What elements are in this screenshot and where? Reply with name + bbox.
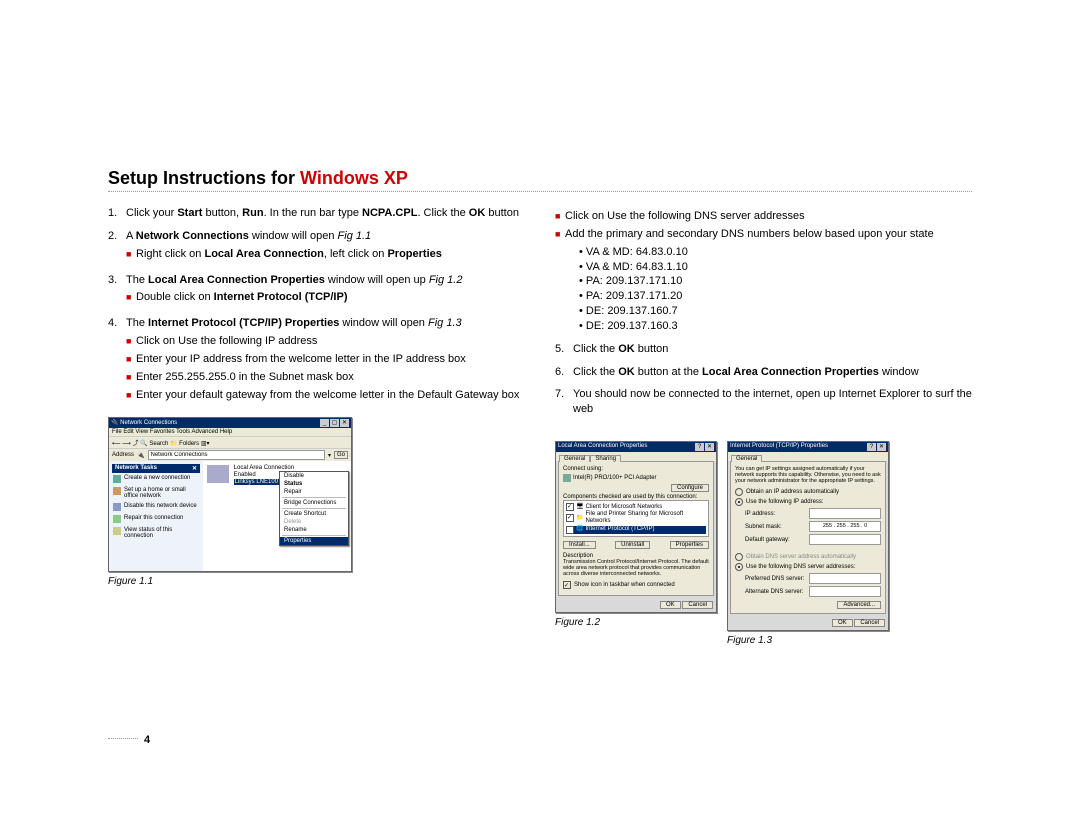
cancel-button[interactable]: Cancel <box>854 619 885 627</box>
lac-icon[interactable] <box>207 465 229 483</box>
ctx-bridge[interactable]: Bridge Connections <box>280 499 348 507</box>
ctx-delete: Delete <box>280 518 348 526</box>
step-3: 3. The Local Area Connection Properties … <box>108 273 525 309</box>
figure-1-2: Local Area Connection Properties ?✕ Gene… <box>555 441 717 613</box>
step-1: 1. Click your Start button, Run. In the … <box>108 206 525 221</box>
ctx-shortcut[interactable]: Create Shortcut <box>280 510 348 518</box>
step-2: 2. A Network Connections window will ope… <box>108 229 525 265</box>
ctx-properties[interactable]: Properties <box>280 537 348 545</box>
address-input[interactable] <box>148 450 325 460</box>
title-prefix: Setup Instructions for <box>108 168 300 188</box>
left-column: 1. Click your Start button, Run. In the … <box>108 206 525 646</box>
step-4: 4. The Internet Protocol (TCP/IP) Proper… <box>108 316 525 405</box>
step-5: 5.Click the OK button <box>555 342 972 357</box>
cancel-button[interactable]: Cancel <box>682 601 713 609</box>
properties-button[interactable]: Properties <box>670 541 709 549</box>
ok-button[interactable]: OK <box>660 601 681 609</box>
step-7: 7.You should now be connected to the int… <box>555 387 972 417</box>
figure-1-2-caption: Figure 1.2 <box>555 617 717 628</box>
go-button[interactable]: Go <box>334 451 348 459</box>
advanced-button[interactable]: Advanced... <box>837 601 881 609</box>
install-button[interactable]: Install... <box>563 541 596 549</box>
footer-dotline <box>108 738 138 739</box>
uninstall-button[interactable]: Uninstall <box>615 541 650 549</box>
figure-1-3-caption: Figure 1.3 <box>727 635 889 646</box>
figure-1-1-caption: Figure 1.1 <box>108 576 153 587</box>
configure-button[interactable]: Configure <box>671 484 709 492</box>
title-divider <box>108 191 972 192</box>
figure-1-3: Internet Protocol (TCP/IP) Properties ?✕… <box>727 441 889 631</box>
ctx-status[interactable]: Status <box>280 480 348 488</box>
title-suffix: Windows XP <box>300 168 408 188</box>
ctx-disable[interactable]: Disable <box>280 472 348 480</box>
ctx-repair[interactable]: Repair <box>280 488 348 496</box>
page-title: Setup Instructions for Windows XP <box>108 168 972 189</box>
step-6: 6.Click the OK button at the Local Area … <box>555 365 972 380</box>
context-menu: Disable Status Repair Bridge Connections… <box>279 471 349 546</box>
ctx-rename[interactable]: Rename <box>280 526 348 534</box>
right-column: ■Click on Use the following DNS server a… <box>555 206 972 646</box>
figure-1-1: 🔌 Network Connections _▢✕ File Edit View… <box>108 417 352 572</box>
page-number: 4 <box>144 734 150 746</box>
ok-button[interactable]: OK <box>832 619 853 627</box>
